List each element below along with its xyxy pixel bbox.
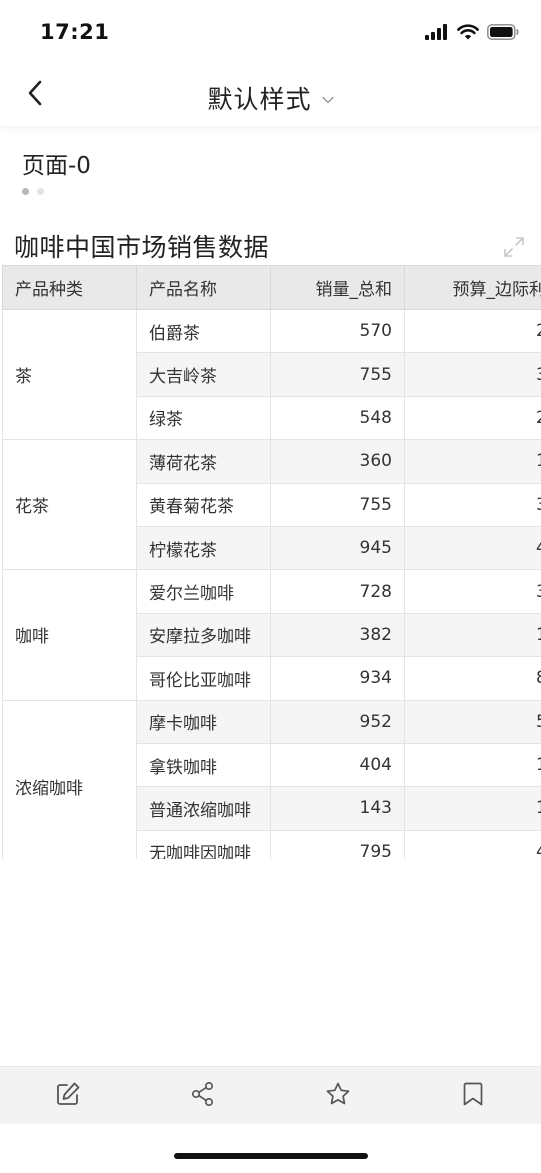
product-cell: 黄春菊花茶 [136,482,271,527]
budget-cell: 38, [404,482,541,527]
column-header-product[interactable]: 产品名称 [136,265,271,310]
category-cell: 浓缩咖啡 [2,699,137,859]
budget-cell: 50, [404,699,541,744]
product-cell: 摩卡咖啡 [136,699,271,744]
page-dot-active[interactable] [22,188,29,195]
product-cell: 普通浓缩咖啡 [136,786,271,831]
budget-cell: 29, [404,308,541,354]
expand-icon [503,237,525,262]
edit-button[interactable] [0,1067,135,1124]
bookmark-icon [462,1081,484,1111]
sales-table[interactable]: 产品种类 产品名称 销量_总和 预算_边际利润 茶 伯爵茶 570 29, 大吉… [2,265,541,859]
sales-cell: 952 [270,699,405,744]
product-cell: 哥伦比亚咖啡 [136,656,271,701]
status-icons [425,24,519,44]
page-dots [22,188,44,195]
sales-cell: 360 [270,439,405,484]
sales-cell: 945 [270,525,405,571]
page-dot[interactable] [37,188,44,195]
product-cell: 绿茶 [136,395,271,441]
table-row: 咖啡 爱尔兰咖啡 728 36, [2,569,541,701]
category-cell: 茶 [2,308,137,441]
budget-cell: 15, [404,612,541,658]
share-icon [190,1081,216,1111]
sales-cell: 570 [270,308,405,354]
sales-cell: 382 [270,612,405,658]
data-table: 产品种类 产品名称 销量_总和 预算_边际利润 茶 伯爵茶 570 29, 大吉… [2,265,541,859]
edit-icon [55,1081,81,1111]
product-cell: 薄荷花茶 [136,439,271,484]
nav-title: 默认样式 [207,85,312,114]
budget-cell: 15, [404,439,541,484]
home-indicator[interactable] [174,1153,368,1159]
sales-cell: 143 [270,786,405,831]
home-area [0,1124,541,1173]
budget-cell: 83, [404,656,541,701]
table-header-row: 产品种类 产品名称 销量_总和 预算_边际利润 [2,265,541,310]
sales-cell: 795 [270,829,405,859]
sales-cell: 934 [270,656,405,701]
battery-icon [487,24,519,44]
table-row: 茶 伯爵茶 570 29, [2,308,541,441]
style-selector[interactable]: 默认样式 [0,80,541,116]
page-label: 页面-0 [22,153,91,179]
favorite-button[interactable] [271,1067,406,1124]
product-cell: 爱尔兰咖啡 [136,569,271,614]
budget-cell: 17, [404,742,541,788]
sales-cell: 728 [270,569,405,614]
product-cell: 伯爵茶 [136,308,271,354]
chevron-down-icon [321,89,334,108]
table-row: 花茶 薄荷花茶 360 15, [2,439,541,571]
product-cell: 安摩拉多咖啡 [136,612,271,658]
wifi-icon [457,24,479,44]
budget-cell: 44, [404,829,541,859]
table-row: 浓缩咖啡 摩卡咖啡 952 50, [2,699,541,859]
expand-button[interactable] [503,236,525,258]
product-cell: 柠檬花茶 [136,525,271,571]
bottom-toolbar [0,1066,541,1124]
sales-cell: 404 [270,742,405,788]
category-cell: 花茶 [2,439,137,571]
budget-cell: 45, [404,525,541,571]
column-header-sales[interactable]: 销量_总和 [270,265,405,310]
status-bar: 17:21 [0,0,541,64]
share-button[interactable] [135,1067,270,1124]
product-cell: 无咖啡因咖啡 [136,829,271,859]
bookmark-button[interactable] [406,1067,541,1124]
column-header-budget[interactable]: 预算_边际利润 [404,265,541,310]
budget-cell: 20, [404,395,541,441]
sales-cell: 548 [270,395,405,441]
sales-cell: 755 [270,352,405,397]
nav-bar: 默认样式 [0,64,541,126]
report-title: 咖啡中国市场销售数据 [14,233,270,262]
status-time: 17:21 [40,20,110,44]
sales-cell: 755 [270,482,405,527]
budget-cell: 34, [404,352,541,397]
column-header-category[interactable]: 产品种类 [2,265,137,310]
signal-icon [425,24,449,44]
budget-cell: 36, [404,569,541,614]
product-cell: 拿铁咖啡 [136,742,271,788]
product-cell: 大吉岭茶 [136,352,271,397]
star-icon [325,1081,351,1111]
category-cell: 咖啡 [2,569,137,701]
budget-cell: 13, [404,786,541,831]
